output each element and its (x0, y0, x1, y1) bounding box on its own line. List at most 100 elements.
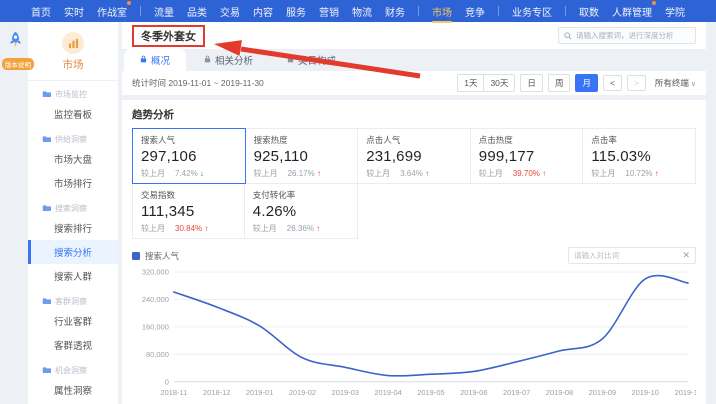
trend-analysis-card: 趋势分析 搜索人气297,106较上月7.42% ↓搜索热度925,110较上月… (122, 100, 706, 404)
granularity-button-月[interactable]: 月 (575, 74, 598, 92)
version-tag[interactable]: 版本说明 (2, 58, 34, 70)
tab-label: 相关分析 (215, 53, 253, 67)
tab-label: 类目构成 (298, 53, 336, 67)
metric-card-搜索热度[interactable]: 搜索热度925,110较上月26.17% ↑ (246, 128, 359, 184)
sidebar-group-label: 机会洞察 (55, 365, 87, 376)
search-input[interactable] (576, 31, 690, 40)
metric-name: 交易指数 (141, 189, 236, 201)
svg-text:320,000: 320,000 (142, 268, 169, 277)
metric-footer: 较上月26.17% ↑ (254, 168, 350, 179)
range-button-1天[interactable]: 1天 (458, 75, 483, 91)
arrow-up-icon: ↑ (317, 169, 321, 178)
nav-item-首页[interactable]: 首页 (31, 0, 51, 22)
sidebar-item-属性洞察[interactable]: 属性洞察 (28, 378, 118, 402)
nav-item-交易[interactable]: 交易 (220, 0, 240, 22)
svg-text:2019-10: 2019-10 (631, 388, 658, 397)
sidebar-item-监控看板[interactable]: 监控看板 (28, 102, 118, 126)
compare-label: 较上月 (479, 168, 503, 179)
sidebar-item-行业客群[interactable]: 行业客群 (28, 309, 118, 333)
svg-text:80,000: 80,000 (146, 350, 169, 359)
search-icon (564, 27, 572, 45)
nav-item-物流[interactable]: 物流 (352, 0, 372, 22)
change-value: 26.36% (287, 224, 316, 233)
sidebar-item-客群透视[interactable]: 客群透视 (28, 333, 118, 357)
metric-card-支付转化率[interactable]: 支付转化率4.26%较上月26.36% ↑ (245, 184, 358, 239)
terminal-dropdown[interactable]: 所有终端 ∨ (655, 77, 696, 89)
nav-item-品类[interactable]: 品类 (187, 0, 207, 22)
metric-value: 297,106 (141, 148, 237, 165)
nav-item-财务[interactable]: 财务 (385, 0, 405, 22)
metric-card-交易指数[interactable]: 交易指数111,345较上月30.84% ↑ (132, 184, 245, 239)
time-range-value: 2019-11-01 ~ 2019-11-30 (168, 78, 263, 88)
sidebar-group-机会洞察: 机会洞察 (28, 357, 118, 378)
sidebar-group-供给洞察: 供给洞察 (28, 126, 118, 147)
sidebar-item-市场排行[interactable]: 市场排行 (28, 171, 118, 195)
notification-badge (127, 1, 131, 5)
sidebar-group-市场监控: 市场监控 (28, 81, 118, 102)
sidebar-item-市场大盘[interactable]: 市场大盘 (28, 147, 118, 171)
granularity-button-周[interactable]: 周 (548, 74, 571, 92)
lock-icon (204, 55, 211, 66)
nav-item-实时[interactable]: 实时 (64, 0, 84, 22)
granularity-button-日[interactable]: 日 (520, 74, 543, 92)
svg-text:2019-08: 2019-08 (546, 388, 573, 397)
trend-chart-section: 搜索人气 ✕ 080,000160,000240,000320,0002018-… (132, 247, 696, 400)
metric-footer: 较上月3.64% ↑ (366, 168, 462, 179)
next-period-button[interactable]: > (627, 75, 646, 91)
metric-name: 搜索人气 (141, 134, 237, 146)
change-value: 10.72% (625, 169, 654, 178)
nav-item-流量[interactable]: 流量 (154, 0, 174, 22)
svg-text:2019-01: 2019-01 (246, 388, 273, 397)
sidebar-item-搜索人群[interactable]: 搜索人群 (28, 264, 118, 288)
market-module-icon (62, 32, 84, 54)
sidebar-item-搜索分析[interactable]: 搜索分析 (28, 240, 118, 264)
metric-card-点击率[interactable]: 点击率115.03%较上月10.72% ↑ (583, 128, 696, 184)
line-chart[interactable]: 080,000160,000240,000320,0002018-112018-… (132, 266, 696, 400)
change-wrap: 10.72% ↑ (625, 169, 658, 178)
close-icon[interactable]: ✕ (682, 251, 690, 260)
nav-item-学院[interactable]: 学院 (665, 0, 685, 22)
metric-name: 点击人气 (366, 134, 462, 146)
nav-item-内容[interactable]: 内容 (253, 0, 273, 22)
metric-footer: 较上月7.42% ↓ (141, 168, 237, 179)
tab-概况[interactable]: 概况 (124, 49, 186, 71)
change-value: 26.17% (288, 169, 317, 178)
nav-item-竞争[interactable]: 竞争 (465, 0, 485, 22)
rocket-icon[interactable] (6, 36, 25, 53)
keyword-header: 冬季外套女 (122, 22, 706, 49)
svg-text:2019-06: 2019-06 (460, 388, 487, 397)
range-button-30天[interactable]: 30天 (483, 75, 514, 91)
arrow-up-icon: ↑ (425, 169, 429, 178)
nav-item-作战室[interactable]: 作战室 (97, 0, 127, 22)
compare-label: 较上月 (141, 223, 165, 234)
nav-item-服务[interactable]: 服务 (286, 0, 306, 22)
nav-item-取数[interactable]: 取数 (579, 0, 599, 22)
compare-keyword-box[interactable]: ✕ (568, 247, 696, 264)
filter-bar: 统计时间 2019-11-01 ~ 2019-11-30 1天30天日周月<>所… (122, 71, 706, 95)
folder-icon (42, 297, 51, 307)
sidebar-group-label: 搜索洞察 (55, 203, 87, 214)
nav-item-人群管理[interactable]: 人群管理 (612, 0, 652, 22)
metric-card-点击热度[interactable]: 点击热度999,177较上月39.70% ↑ (471, 128, 584, 184)
metric-name: 点击率 (591, 134, 687, 146)
prev-period-button[interactable]: < (603, 75, 622, 91)
metric-card-点击人气[interactable]: 点击人气 231,699 较上月3.64% ↑ (358, 128, 471, 184)
change-wrap: 39.70% ↑ (513, 169, 546, 178)
nav-item-业务专区[interactable]: 业务专区 (512, 0, 552, 22)
tab-相关分析[interactable]: 相关分析 (188, 49, 269, 71)
sidebar-item-搜索排行[interactable]: 搜索排行 (28, 216, 118, 240)
sidebar-group-搜索洞察: 搜索洞察 (28, 195, 118, 216)
metric-card-搜索人气[interactable]: 搜索人气 297,106 较上月7.42% ↓ (132, 128, 246, 184)
folder-icon (42, 135, 51, 145)
metric-value: 111,345 (141, 203, 236, 220)
nav-item-营销[interactable]: 营销 (319, 0, 339, 22)
compare-keyword-input[interactable] (574, 251, 678, 260)
compare-label: 较上月 (253, 223, 277, 234)
tab-类目构成[interactable]: 类目构成 (271, 49, 352, 71)
svg-text:2019-03: 2019-03 (332, 388, 359, 397)
keyword-search-box[interactable] (558, 27, 696, 44)
nav-item-市场[interactable]: 市场 (432, 0, 452, 22)
metric-value: 231,699 (366, 148, 462, 165)
chart-legend[interactable]: 搜索人气 (132, 250, 179, 262)
nav-divider-icon (565, 6, 566, 16)
